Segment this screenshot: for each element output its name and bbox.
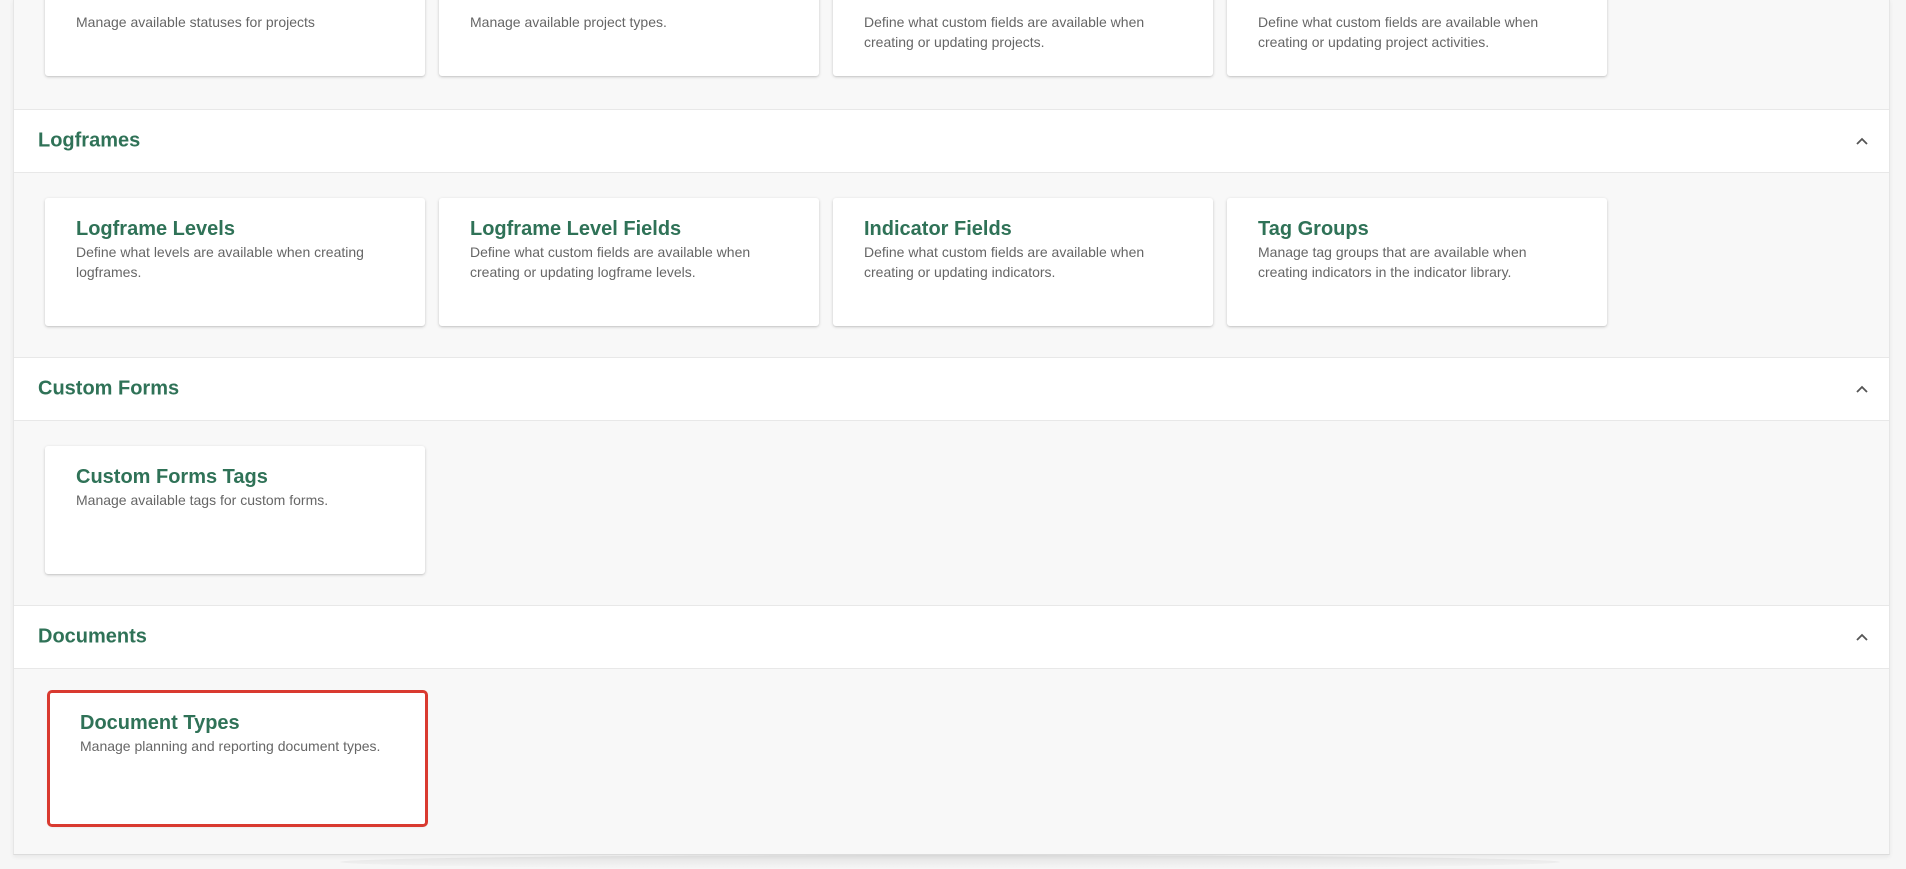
card-title: Document Types xyxy=(80,712,240,734)
settings-card-project-types[interactable]: Manage available project types. xyxy=(439,0,819,76)
card-description: Define what custom fields are available … xyxy=(470,244,751,280)
chevron-up-icon[interactable] xyxy=(1855,630,1869,644)
card-description: Manage available tags for custom forms. xyxy=(76,492,329,508)
section-title: Custom Forms xyxy=(38,377,180,400)
settings-card-logframe-levels[interactable]: Logframe Levels Define what levels are a… xyxy=(45,198,425,326)
section-title: Documents xyxy=(38,625,147,648)
card-title: Logframe Levels xyxy=(76,218,235,240)
card-description: Manage available statuses for projects xyxy=(76,14,315,30)
card-description: Define what levels are available when cr… xyxy=(76,244,364,280)
card-description: Define what custom fields are available … xyxy=(864,14,1145,50)
bottom-shadow xyxy=(340,855,1560,869)
card-description: Define what custom fields are available … xyxy=(1258,14,1539,50)
card-description: Define what custom fields are available … xyxy=(864,244,1145,280)
card-title: Indicator Fields xyxy=(864,218,1012,240)
settings-card-indicator-fields[interactable]: Indicator Fields Define what custom fiel… xyxy=(833,198,1213,326)
settings-card-project-activity-fields[interactable]: Define what custom fields are available … xyxy=(1227,0,1607,76)
settings-card-logframe-level-fields[interactable]: Logframe Level Fields Define what custom… xyxy=(439,198,819,326)
settings-card-tag-groups[interactable]: Tag Groups Manage tag groups that are av… xyxy=(1227,198,1607,326)
settings-card-document-types[interactable]: Document Types Manage planning and repor… xyxy=(47,690,428,827)
card-title: Logframe Level Fields xyxy=(470,218,682,240)
card-description: Manage tag groups that are available whe… xyxy=(1258,244,1527,280)
settings-panel: Manage available statuses for projects M… xyxy=(13,0,1890,855)
settings-card-project-fields[interactable]: Define what custom fields are available … xyxy=(833,0,1213,76)
section-header-documents[interactable]: Documents xyxy=(14,605,1889,669)
card-title: Tag Groups xyxy=(1258,218,1369,240)
settings-card-custom-forms-tags[interactable]: Custom Forms Tags Manage available tags … xyxy=(45,446,425,574)
card-title: Custom Forms Tags xyxy=(76,466,268,488)
chevron-up-icon[interactable] xyxy=(1855,382,1869,396)
section-header-custom-forms[interactable]: Custom Forms xyxy=(14,357,1889,421)
card-description: Manage planning and reporting document t… xyxy=(80,738,381,754)
section-header-logframes[interactable]: Logframes xyxy=(14,109,1889,173)
section-title: Logframes xyxy=(38,129,141,152)
chevron-up-icon[interactable] xyxy=(1855,134,1869,148)
card-description: Manage available project types. xyxy=(470,14,667,30)
settings-card-project-statuses[interactable]: Manage available statuses for projects xyxy=(45,0,425,76)
